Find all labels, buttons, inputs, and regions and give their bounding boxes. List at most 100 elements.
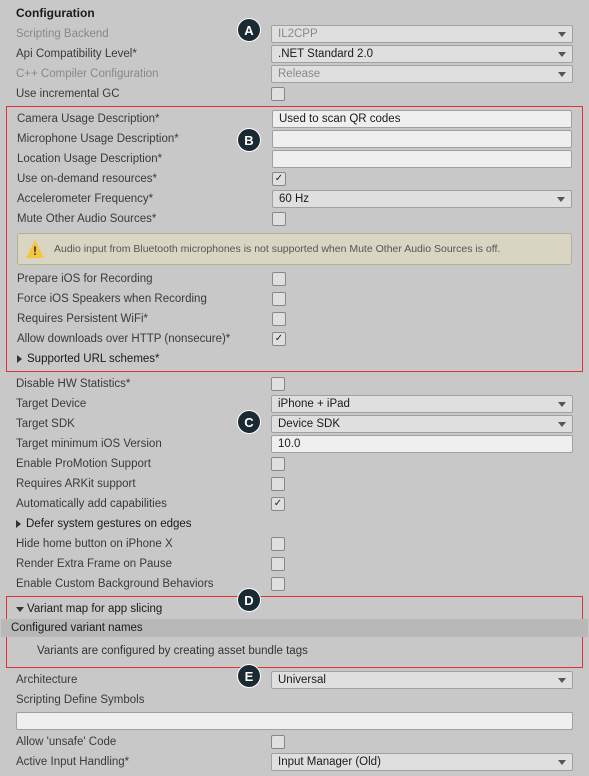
property-row: Prepare iOS for Recording: [7, 269, 582, 289]
property-label: Target Device: [16, 398, 271, 410]
callout-c: C: [237, 410, 261, 434]
property-row: Active Input Handling*Input Manager (Old…: [6, 752, 583, 772]
property-row: Disable HW Statistics*: [6, 374, 583, 394]
text-input[interactable]: 10.0: [271, 435, 573, 453]
section-header: Configuration: [6, 0, 583, 24]
property-label: Prepare iOS for Recording: [17, 273, 272, 285]
property-row: Enable ProMotion Support: [6, 454, 583, 474]
property-label: Target minimum iOS Version: [16, 438, 271, 450]
property-label: Hide home button on iPhone X: [16, 538, 271, 550]
checkbox[interactable]: [271, 377, 285, 391]
property-row: Accelerometer Frequency*60 Hz: [7, 189, 582, 209]
property-label: Mute Other Audio Sources*: [17, 213, 272, 225]
property-row: Enable Custom Background Behaviors: [6, 574, 583, 594]
property-label: Disable HW Statistics*: [16, 378, 271, 390]
dropdown[interactable]: Universal: [271, 671, 573, 689]
checkbox[interactable]: [271, 577, 285, 591]
property-label: Accelerometer Frequency*: [17, 193, 272, 205]
property-label: Requires ARKit support: [16, 478, 271, 490]
property-row: Use on-demand resources*: [7, 169, 582, 189]
warning-banner: ! Audio input from Bluetooth microphones…: [17, 233, 572, 265]
property-label: Location Usage Description*: [17, 153, 272, 165]
callout-b: B: [237, 128, 261, 152]
property-label: Microphone Usage Description*: [17, 133, 272, 145]
property-row: Scripting BackendIL2CPP: [6, 24, 583, 44]
text-input-wide[interactable]: [16, 712, 573, 730]
checkbox[interactable]: [272, 332, 286, 346]
highlight-box-1: Camera Usage Description*Used to scan QR…: [6, 106, 583, 372]
checkbox[interactable]: [271, 557, 285, 571]
property-label: Requires Persistent WiFi*: [17, 313, 272, 325]
callout-d: D: [237, 588, 261, 612]
property-label: Force iOS Speakers when Recording: [17, 293, 272, 305]
dropdown[interactable]: .NET Standard 2.0: [271, 45, 573, 63]
property-label: Allow 'unsafe' Code: [16, 736, 271, 748]
callout-a: A: [237, 18, 261, 42]
warning-icon: !: [26, 240, 44, 258]
property-row: Target SDKDevice SDK: [6, 414, 583, 434]
property-label: Target SDK: [16, 418, 271, 430]
property-row: ArchitectureUniversal: [6, 670, 583, 690]
property-row: Use incremental GC: [6, 84, 583, 104]
checkbox[interactable]: [272, 292, 286, 306]
dropdown[interactable]: Release: [271, 65, 573, 83]
property-row: Requires Persistent WiFi*: [7, 309, 582, 329]
dropdown[interactable]: Input Manager (Old): [271, 753, 573, 771]
warning-text: Audio input from Bluetooth microphones i…: [54, 243, 500, 255]
property-row: Microphone Usage Description*: [7, 129, 582, 149]
property-row: Allow 'unsafe' Code: [6, 732, 583, 752]
dropdown[interactable]: IL2CPP: [271, 25, 573, 43]
checkbox[interactable]: [271, 477, 285, 491]
property-label: Enable Custom Background Behaviors: [16, 578, 271, 590]
checkbox[interactable]: [271, 87, 285, 101]
checkbox[interactable]: [271, 537, 285, 551]
checkbox[interactable]: [272, 272, 286, 286]
property-label: Camera Usage Description*: [17, 113, 272, 125]
checkbox[interactable]: [272, 212, 286, 226]
property-label: Scripting Backend: [16, 28, 271, 40]
checkbox[interactable]: [271, 497, 285, 511]
callout-e: E: [237, 664, 261, 688]
foldout-url-schemes[interactable]: Supported URL schemes*: [7, 349, 582, 369]
property-label: Use on-demand resources*: [17, 173, 272, 185]
property-row: Location Usage Description*: [7, 149, 582, 169]
property-label: Scripting Define Symbols: [16, 694, 271, 706]
property-row: Allow downloads over HTTP (nonsecure)*: [7, 329, 582, 349]
checkbox[interactable]: [271, 457, 285, 471]
property-label: Enable ProMotion Support: [16, 458, 271, 470]
text-input[interactable]: [272, 150, 572, 168]
property-row: Target minimum iOS Version10.0: [6, 434, 583, 454]
checkbox[interactable]: [272, 312, 286, 326]
property-label: C++ Compiler Configuration: [16, 68, 271, 80]
text-input[interactable]: Used to scan QR codes: [272, 110, 572, 128]
property-row: Api Compatibility Level*.NET Standard 2.…: [6, 44, 583, 64]
property-row: Mute Other Audio Sources*: [7, 209, 582, 229]
property-row: Requires ARKit support: [6, 474, 583, 494]
foldout-variant-map[interactable]: Variant map for app slicing: [7, 599, 582, 619]
property-row: Hide home button on iPhone X: [6, 534, 583, 554]
property-label: Render Extra Frame on Pause: [16, 558, 271, 570]
dropdown[interactable]: 60 Hz: [272, 190, 572, 208]
text-input[interactable]: [272, 130, 572, 148]
property-label: Architecture: [16, 674, 271, 686]
property-row: Force iOS Speakers when Recording: [7, 289, 582, 309]
variant-message: Variants are configured by creating asse…: [7, 637, 582, 665]
property-label: Api Compatibility Level*: [16, 48, 271, 60]
checkbox[interactable]: [271, 735, 285, 749]
dropdown[interactable]: iPhone + iPad: [271, 395, 573, 413]
property-label: Use incremental GC: [16, 88, 271, 100]
property-row: Target DeviceiPhone + iPad: [6, 394, 583, 414]
property-row: Scripting Define Symbols: [6, 690, 583, 710]
config-panel: Configuration Scripting BackendIL2CPPApi…: [0, 0, 589, 772]
foldout-defer-gestures[interactable]: Defer system gestures on edges: [6, 514, 583, 534]
highlight-box-2: Variant map for app slicing Configured v…: [6, 596, 583, 668]
property-row: Camera Usage Description*Used to scan QR…: [7, 109, 582, 129]
variant-subheader: Configured variant names: [1, 619, 588, 637]
checkbox[interactable]: [272, 172, 286, 186]
property-label: Allow downloads over HTTP (nonsecure)*: [17, 333, 272, 345]
property-row: C++ Compiler ConfigurationRelease: [6, 64, 583, 84]
dropdown[interactable]: Device SDK: [271, 415, 573, 433]
property-row: Automatically add capabilities: [6, 494, 583, 514]
property-row: Render Extra Frame on Pause: [6, 554, 583, 574]
property-label: Automatically add capabilities: [16, 498, 271, 510]
